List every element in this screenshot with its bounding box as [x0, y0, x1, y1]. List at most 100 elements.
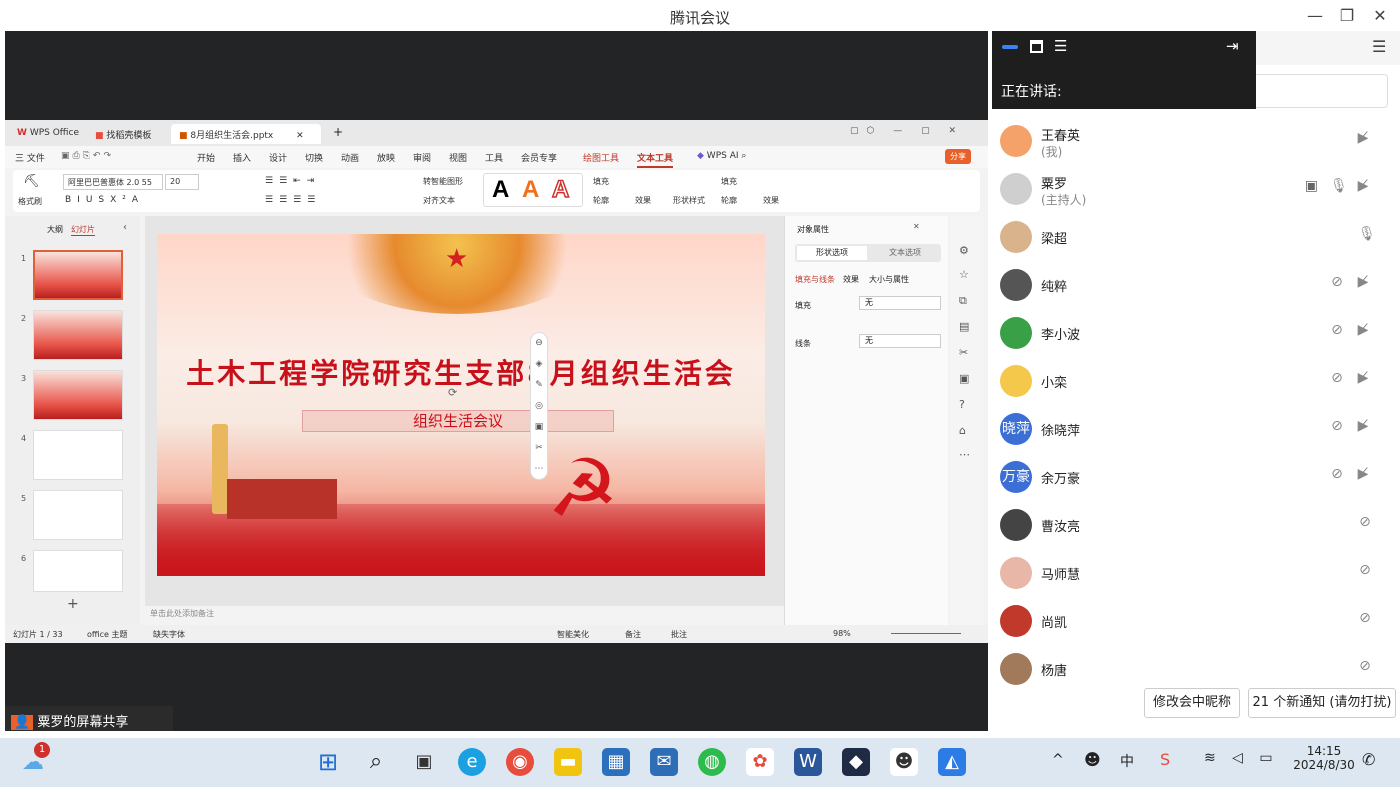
layers-icon[interactable]: ▤ — [959, 320, 969, 333]
tray-expand-icon[interactable]: ^ — [1052, 752, 1064, 768]
new-tab-icon[interactable]: + — [333, 125, 343, 139]
book-icon[interactable]: ▣ — [959, 372, 969, 385]
float-toolbar[interactable]: ⊖ ◈ ✎ ◎ ▣ ✂ ⋯ — [530, 332, 548, 480]
horizontal-scrollbar[interactable] — [145, 596, 785, 606]
wps-window-controls[interactable]: ▢⬡ — ▢ ✕ — [850, 126, 964, 136]
menu-member[interactable]: 会员专享 — [521, 151, 557, 164]
text-fill-button[interactable]: 填充 — [593, 176, 609, 187]
quick-access-icons[interactable]: ▣⎙⎘↶↷ — [61, 151, 114, 161]
slide-subtitle-textbox[interactable]: 组织生活会议 — [302, 410, 614, 432]
participant-row[interactable]: 梁超 🎙 — [990, 213, 1400, 261]
align-buttons[interactable]: ☰☰☰☰ — [265, 195, 321, 205]
menu-file[interactable]: 三 文件 — [15, 151, 45, 164]
task-view-icon[interactable]: ▣ — [410, 748, 438, 776]
paragraph-buttons[interactable]: ☰☰⇤⇥ — [265, 176, 320, 186]
text-style-gallery[interactable]: A A A — [483, 173, 583, 207]
star-tool-icon[interactable]: ☆ — [959, 268, 969, 281]
participant-row[interactable]: 尚凯 ⊘ — [990, 597, 1400, 645]
participant-row[interactable]: 王春英 (我) ▶̸ — [990, 117, 1400, 165]
folder-icon[interactable]: ▬ — [554, 748, 582, 776]
props-sub-fill-line[interactable]: 填充与线条 — [795, 274, 835, 285]
collapse-panel-icon[interactable]: ‹ — [123, 222, 127, 233]
participant-row[interactable]: 杨唐 ⊘ — [990, 645, 1400, 693]
smart-graphic-button[interactable]: 转智能图形 — [423, 176, 463, 187]
menu-home[interactable]: 开始 — [197, 151, 215, 164]
network-volume-battery-icons[interactable]: ≋ ◁ ▭ — [1204, 750, 1279, 766]
baidu-netdisk-icon[interactable]: ✿ — [746, 748, 774, 776]
text-style-buttons[interactable]: BIUSX²A — [65, 195, 144, 205]
menu-text-tools[interactable]: 文本工具 — [637, 151, 674, 168]
tencent-meeting-icon[interactable]: ◭ — [938, 748, 966, 776]
menu-insert[interactable]: 插入 — [233, 151, 251, 164]
clock[interactable]: 14:15 2024/8/30 — [1292, 744, 1356, 772]
menu-tools[interactable]: 工具 — [485, 151, 503, 164]
qq-tray-icon[interactable]: ☻ — [1084, 750, 1101, 769]
chrome-icon[interactable]: ◉ — [506, 748, 534, 776]
notifications-button[interactable]: 21 个新通知 (请勿打扰) — [1248, 688, 1396, 718]
menu-review[interactable]: 审阅 — [413, 151, 431, 164]
ime-indicator[interactable]: 中 — [1120, 751, 1134, 771]
slide-thumb-3[interactable] — [33, 370, 123, 420]
align-text-button[interactable]: 对齐文本 — [423, 195, 455, 206]
props-sub-effect[interactable]: 效果 — [843, 274, 859, 285]
tab-outline[interactable]: 大纲 — [47, 224, 63, 235]
style-orange-a-icon[interactable]: A — [522, 176, 539, 204]
menu-view[interactable]: 视图 — [449, 151, 467, 164]
slide-thumb-2[interactable] — [33, 310, 123, 360]
share-button[interactable]: 分享 — [945, 149, 971, 164]
cat-app-icon[interactable]: ◆ — [842, 748, 870, 776]
participant-row[interactable]: 晓萍 徐晓萍 ⊘ ▶̸ — [990, 405, 1400, 453]
format-painter-icon[interactable]: ⛏ — [23, 174, 40, 189]
window-view-icon[interactable] — [1030, 40, 1043, 53]
text-effect-button[interactable]: 效果 — [635, 195, 651, 206]
tab-text-options[interactable]: 文本选项 — [871, 246, 939, 260]
tab-templates[interactable]: ■ 找稻壳模板 — [87, 124, 159, 144]
help-icon[interactable]: ? — [959, 398, 965, 411]
participant-row[interactable]: 小栾 ⊘ ▶̸ — [990, 357, 1400, 405]
add-slide-icon[interactable]: + — [67, 596, 79, 612]
pin-close-icons[interactable]: ✕ — [913, 222, 920, 231]
style-black-a-icon[interactable]: A — [492, 176, 509, 204]
notes-placeholder[interactable]: 单击此处添加备注 — [150, 608, 214, 619]
menu-icon[interactable]: ☰ — [1372, 37, 1386, 56]
wps-tray-icon[interactable]: S — [1160, 750, 1170, 769]
tools-icon[interactable]: ✂ — [959, 346, 968, 359]
restore-icon[interactable]: ❐ — [1337, 6, 1357, 25]
rotate-handle-icon[interactable]: ⟳ — [448, 386, 457, 399]
close-tab-icon[interactable]: ✕ — [296, 131, 304, 141]
minimize-view-icon[interactable] — [1002, 45, 1018, 49]
shape-effect-button[interactable]: 效果 — [763, 195, 779, 206]
notes-toggle[interactable]: 备注 — [625, 629, 641, 640]
missing-font[interactable]: 缺失字体 — [153, 629, 185, 640]
text-outline-button[interactable]: 轮廓 — [593, 195, 609, 206]
zoom-slider[interactable] — [891, 633, 961, 634]
font-size-select[interactable]: 20 — [165, 174, 199, 190]
shirt-icon[interactable]: ⌂ — [959, 424, 966, 437]
tab-document[interactable]: ■ 8月组织生活会.pptx ✕ — [171, 124, 321, 144]
smart-beautify[interactable]: 智能美化 — [557, 629, 589, 640]
qq-icon[interactable]: ☻ — [890, 748, 918, 776]
slide-thumb-4[interactable] — [33, 430, 123, 480]
slide-thumb-1[interactable] — [33, 250, 123, 300]
collapse-icon[interactable]: ⇥ — [1226, 37, 1239, 55]
minimize-icon[interactable]: — — [1305, 6, 1325, 25]
slide-thumb-6[interactable] — [33, 550, 123, 592]
participant-row[interactable]: 纯粹 ⊘ ▶̸ — [990, 261, 1400, 309]
word-icon[interactable]: W — [794, 748, 822, 776]
notification-center-icon[interactable]: ✆ — [1362, 750, 1375, 769]
copy-icon[interactable]: ⧉ — [959, 294, 967, 308]
start-icon[interactable]: ⊞ — [314, 748, 342, 776]
participant-row[interactable]: 万豪 余万豪 ⊘ ▶̸ — [990, 453, 1400, 501]
tab-slides[interactable]: 幻灯片 — [71, 224, 95, 236]
participant-row[interactable]: 马师慧 ⊘ — [990, 549, 1400, 597]
wechat-icon[interactable]: ◍ — [698, 748, 726, 776]
comments-toggle[interactable]: 批注 — [671, 629, 687, 640]
tab-shape-options[interactable]: 形状选项 — [797, 246, 867, 260]
slide-title[interactable]: 土木工程学院研究生支部8月组织生活会 — [157, 352, 765, 392]
shape-style-button[interactable]: 形状样式 — [673, 195, 705, 206]
mail-icon[interactable]: ✉ — [650, 748, 678, 776]
shape-fill-button[interactable]: 填充 — [721, 176, 737, 187]
menu-design[interactable]: 设计 — [269, 151, 287, 164]
menu-wps-ai[interactable]: ◆ WPS AI ⌕ — [697, 151, 746, 161]
font-name-select[interactable]: 阿里巴巴普惠体 2.0 55 — [63, 174, 163, 190]
